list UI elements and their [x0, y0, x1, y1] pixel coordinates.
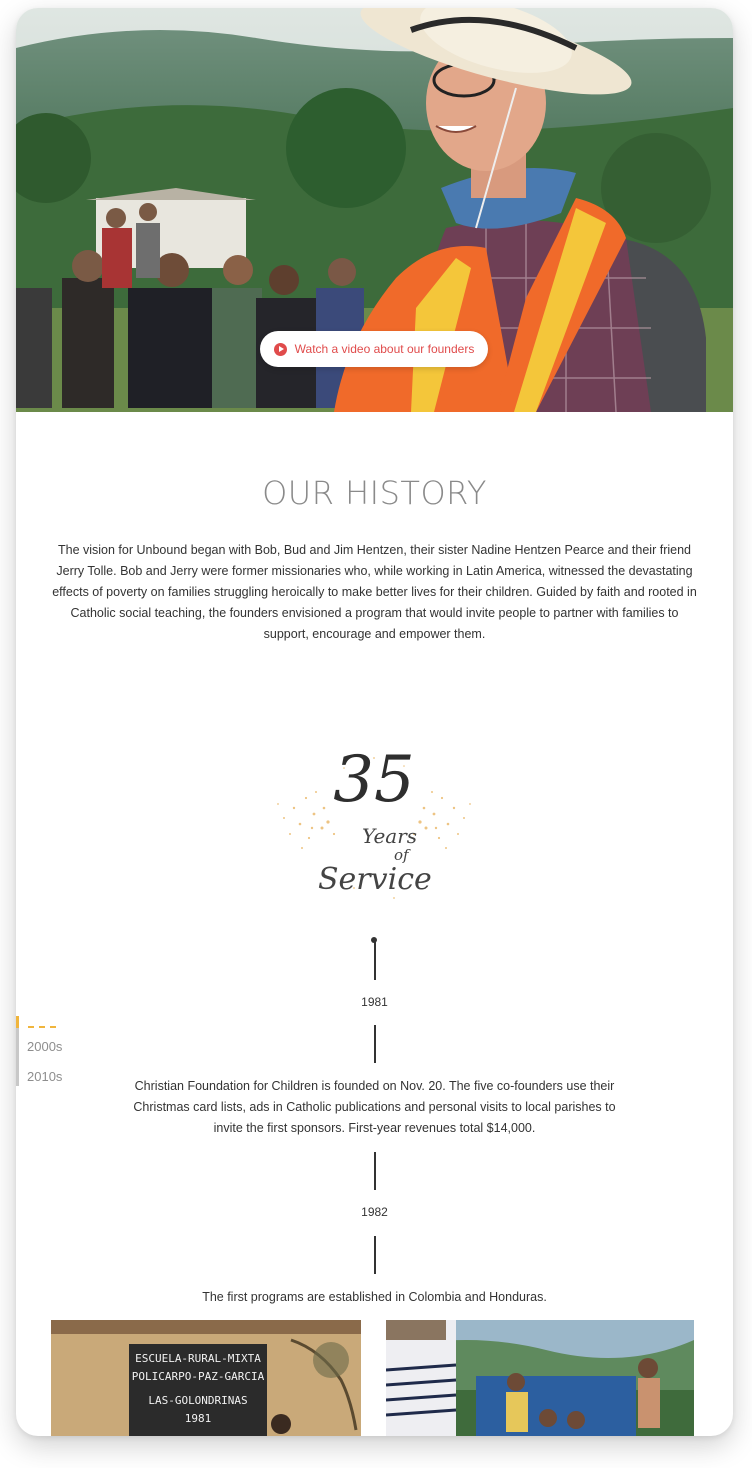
- play-icon: [273, 342, 287, 356]
- timeline-event-text: Christian Foundation for Children is fou…: [133, 1079, 616, 1135]
- page-card: Watch a video about our founders OUR HIS…: [16, 8, 733, 1436]
- badge-number: 35: [333, 743, 415, 817]
- timeline-line: [374, 1236, 376, 1274]
- sign-line-4: 1981: [184, 1412, 212, 1425]
- children-truck-illustration: [386, 1320, 694, 1436]
- watch-video-button[interactable]: Watch a video about our founders: [260, 331, 488, 367]
- timeline-event-text: The first programs are established in Co…: [202, 1290, 547, 1304]
- timeline-line: [374, 1025, 376, 1063]
- watch-video-label: Watch a video about our founders: [294, 342, 475, 356]
- timeline-line: [374, 942, 376, 980]
- timeline-year: 1981: [361, 995, 388, 1009]
- badge-years: Years: [362, 824, 418, 848]
- anniversary-badge: 35 Years of Service: [254, 738, 494, 918]
- decade-item-2010s[interactable]: 2010s: [27, 1069, 62, 1084]
- sign-line-1: ESCUELA-RURAL-MIXTA: [135, 1352, 261, 1365]
- decade-nav: 2000s 2010s: [16, 1016, 76, 1086]
- school-sign-photo: ESCUELA-RURAL-MIXTA POLICARPO-PAZ-GARCIA…: [51, 1320, 361, 1436]
- timeline-year: 1982: [361, 1205, 388, 1219]
- decade-nav-active-marker: [28, 1026, 56, 1028]
- badge-service: Service: [318, 862, 432, 897]
- decade-nav-indicator: [16, 1016, 19, 1028]
- history-title: OUR HISTORY: [262, 474, 487, 512]
- timeline-line: [374, 1152, 376, 1190]
- sign-line-2: POLICARPO-PAZ-GARCIA: [131, 1370, 265, 1383]
- history-intro: The vision for Unbound began with Bob, B…: [52, 543, 697, 641]
- sign-line-3: LAS-GOLONDRINAS: [148, 1394, 248, 1407]
- decade-item-2000s[interactable]: 2000s: [27, 1039, 62, 1054]
- children-truck-photo: [386, 1320, 694, 1436]
- hero-photo: Watch a video about our founders: [16, 8, 733, 412]
